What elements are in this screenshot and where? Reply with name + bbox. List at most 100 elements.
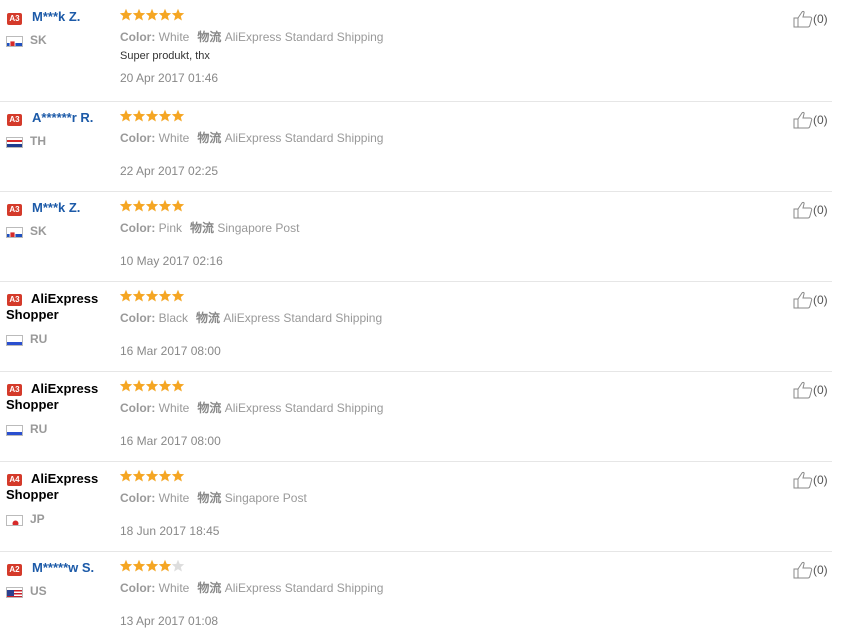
review-item: A2 M*****w S. US Color: White 物流 AliExpress …: [0, 551, 832, 641]
color-label: Color:: [120, 221, 156, 235]
star-rating: [119, 379, 185, 393]
review-date: 18 Jun 2017 18:45: [120, 524, 220, 538]
color-value: Pink: [158, 221, 183, 235]
star-filled-icon: [145, 289, 159, 302]
color-label: Color:: [120, 311, 156, 325]
shipping-method: AliExpress Standard Shipping: [224, 131, 384, 145]
star-rating: [119, 469, 185, 483]
star-rating: [119, 559, 185, 573]
color-label: Color:: [120, 581, 156, 595]
review-date: 16 Mar 2017 08:00: [120, 434, 221, 448]
helpful-count: (0): [813, 113, 828, 127]
thumbs-up-icon[interactable]: [793, 381, 813, 399]
helpful-button[interactable]: (0): [793, 561, 828, 579]
star-filled-icon: [158, 8, 172, 21]
star-filled-icon: [119, 559, 133, 572]
order-info: Color: White 物流 AliExpress Standard Shipp…: [120, 399, 383, 416]
logistics-label: 物流: [197, 581, 222, 595]
star-filled-icon: [171, 8, 185, 21]
thumbs-up-icon[interactable]: [793, 111, 813, 129]
star-filled-icon: [158, 559, 172, 572]
helpful-button[interactable]: (0): [793, 10, 828, 28]
review-item: A3 AliExpress Shopper RU Color: Black 物流 Ali…: [0, 281, 832, 372]
star-filled-icon: [119, 289, 133, 302]
logistics-label: 物流: [197, 131, 222, 145]
color-label: Color:: [120, 491, 156, 505]
review-comment: Super produkt, thx: [120, 50, 210, 62]
country-flag-icon: [6, 137, 23, 148]
country-flag-icon: [6, 227, 23, 238]
logistics-label: 物流: [197, 401, 222, 415]
star-filled-icon: [171, 289, 185, 302]
star-filled-icon: [171, 379, 185, 392]
color-label: Color:: [120, 30, 156, 44]
country-code: RU: [30, 332, 48, 346]
star-filled-icon: [145, 199, 159, 212]
buyer-level-badge: A3: [7, 114, 22, 126]
star-filled-icon: [119, 8, 133, 21]
color-value: White: [158, 131, 190, 145]
reviewer-name[interactable]: M***k Z.: [32, 9, 80, 24]
thumbs-up-icon[interactable]: [793, 471, 813, 489]
logistics-label: 物流: [197, 30, 222, 44]
star-filled-icon: [132, 109, 146, 122]
order-info: Color: Pink 物流 Singapore Post: [120, 219, 299, 236]
order-info: Color: White 物流 AliExpress Standard Shipp…: [120, 579, 383, 596]
star-filled-icon: [158, 289, 172, 302]
star-filled-icon: [119, 109, 133, 122]
country-flag-icon: [6, 587, 23, 598]
shipping-method: AliExpress Standard Shipping: [224, 581, 384, 595]
star-rating: [119, 109, 185, 123]
star-filled-icon: [132, 379, 146, 392]
country-flag-icon: [6, 335, 23, 346]
buyer-level-badge: A3: [7, 13, 22, 25]
thumbs-up-icon[interactable]: [793, 201, 813, 219]
country-code: US: [30, 584, 47, 598]
shipping-method: Singapore Post: [217, 221, 300, 235]
shipping-method: Singapore Post: [224, 491, 307, 505]
reviewer-name: AliExpress Shopper: [6, 471, 99, 502]
reviewer-name: AliExpress Shopper: [6, 381, 99, 412]
star-filled-icon: [145, 469, 159, 482]
star-filled-icon: [132, 469, 146, 482]
star-filled-icon: [119, 469, 133, 482]
color-label: Color:: [120, 401, 156, 415]
helpful-button[interactable]: (0): [793, 291, 828, 309]
order-info: Color: White 物流 Singapore Post: [120, 489, 307, 506]
reviewer-name[interactable]: M***k Z.: [32, 200, 80, 215]
country-code: TH: [30, 134, 46, 148]
reviewer-name[interactable]: M*****w S.: [32, 560, 94, 575]
star-filled-icon: [145, 379, 159, 392]
review-item: A4 AliExpress Shopper JP Color: White 物流 Sin…: [0, 461, 832, 552]
star-rating: [119, 199, 185, 213]
shipping-method: AliExpress Standard Shipping: [223, 311, 383, 325]
star-rating: [119, 289, 185, 303]
thumbs-up-icon[interactable]: [793, 291, 813, 309]
star-filled-icon: [171, 109, 185, 122]
logistics-label: 物流: [196, 311, 221, 325]
star-filled-icon: [145, 109, 159, 122]
country-code: SK: [30, 224, 47, 238]
reviewer-name[interactable]: A******r R.: [32, 110, 93, 125]
thumbs-up-icon[interactable]: [793, 561, 813, 579]
country-flag-icon: [6, 36, 23, 47]
star-filled-icon: [119, 379, 133, 392]
reviewer-name: AliExpress Shopper: [6, 291, 99, 322]
helpful-button[interactable]: (0): [793, 381, 828, 399]
helpful-button[interactable]: (0): [793, 111, 828, 129]
color-value: White: [158, 401, 190, 415]
review-date: 20 Apr 2017 01:46: [120, 71, 219, 85]
helpful-button[interactable]: (0): [793, 471, 828, 489]
helpful-button[interactable]: (0): [793, 201, 828, 219]
thumbs-up-icon[interactable]: [793, 10, 813, 28]
helpful-count: (0): [813, 293, 828, 307]
shipping-method: AliExpress Standard Shipping: [224, 401, 384, 415]
star-filled-icon: [132, 199, 146, 212]
review-date: 10 May 2017 02:16: [120, 254, 223, 268]
country-code: RU: [30, 422, 48, 436]
star-filled-icon: [158, 199, 172, 212]
review-date: 22 Apr 2017 02:25: [120, 164, 219, 178]
review-item: A3 M***k Z. SK Color: Pink 物流 Singapore Post…: [0, 191, 832, 282]
helpful-count: (0): [813, 203, 828, 217]
helpful-count: (0): [813, 473, 828, 487]
